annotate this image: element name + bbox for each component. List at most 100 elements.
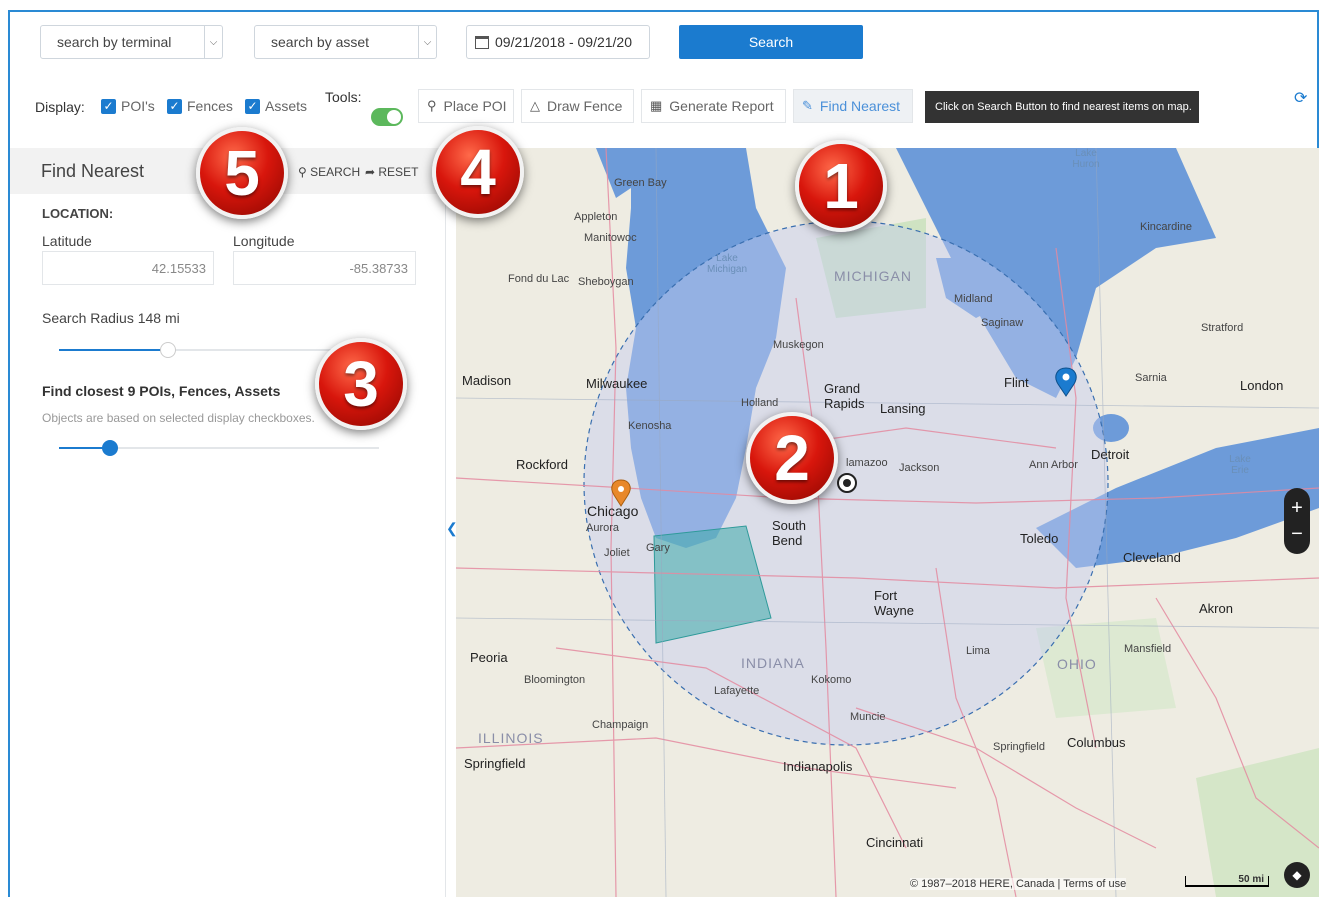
panel-reset-label: RESET bbox=[378, 165, 419, 179]
map-label-springfield-il: Springfield bbox=[464, 756, 526, 771]
map-label-holland: Holland bbox=[741, 397, 779, 409]
check-icon: ✓ bbox=[101, 98, 116, 114]
date-range-input[interactable]: 09/21/2018 - 09/21/20 bbox=[466, 25, 650, 59]
panel-reset-button[interactable]: ➦ RESET bbox=[365, 165, 418, 179]
count-slider-thumb[interactable] bbox=[102, 440, 118, 456]
callout-4: 4 bbox=[432, 126, 524, 218]
map-label-kokomo: Kokomo bbox=[811, 674, 852, 686]
map-label-indianapolis: Indianapolis bbox=[783, 759, 853, 774]
map-label-jackson: Jackson bbox=[899, 462, 940, 474]
map-label-flint: Flint bbox=[1004, 375, 1029, 390]
asset-select-value: search by asset bbox=[271, 34, 370, 50]
generate-report-button[interactable]: ▦ Generate Report bbox=[641, 89, 786, 123]
map-label-illinois: ILLINOIS bbox=[478, 730, 544, 746]
map-label-kenosha: Kenosha bbox=[628, 420, 672, 432]
calendar-icon bbox=[475, 35, 489, 49]
pois-checkbox-label: POI's bbox=[121, 98, 155, 114]
latitude-label: Latitude bbox=[42, 233, 92, 249]
generate-report-label: Generate Report bbox=[669, 98, 774, 114]
map-label-peoria: Peoria bbox=[470, 650, 508, 665]
search-button[interactable]: Search bbox=[679, 25, 863, 59]
map-label-mansfield: Mansfield bbox=[1124, 643, 1172, 655]
zoom-out-button[interactable]: − bbox=[1284, 524, 1310, 544]
callout-2: 2 bbox=[746, 412, 838, 504]
map-label-rockford: Rockford bbox=[516, 457, 569, 472]
map-label-manitowoc: Manitowoc bbox=[584, 232, 637, 244]
map-label-stratford: Stratford bbox=[1201, 322, 1244, 334]
fences-checkbox-label: Fences bbox=[187, 98, 233, 114]
zoom-in-button[interactable]: + bbox=[1284, 498, 1310, 518]
map-label-lima: Lima bbox=[966, 645, 990, 657]
assets-checkbox[interactable]: ✓ Assets bbox=[245, 98, 307, 114]
report-icon: ▦ bbox=[650, 98, 663, 113]
callout-1: 1 bbox=[795, 140, 887, 232]
map-label-grand-rapids: Grand Rapids bbox=[824, 381, 865, 411]
longitude-input[interactable]: -85.38733 bbox=[233, 251, 416, 285]
map-label-midland: Midland bbox=[954, 293, 993, 305]
layers-icon[interactable]: ◆ bbox=[1284, 862, 1310, 888]
tooltip: Click on Search Button to find nearest i… bbox=[925, 91, 1199, 123]
map-label-saginaw: Saginaw bbox=[981, 317, 1024, 329]
search-radius-label: Search Radius 148 mi bbox=[42, 310, 180, 326]
map-label-milwaukee: Milwaukee bbox=[586, 376, 648, 391]
place-poi-button[interactable]: ⚲ Place POI bbox=[418, 89, 514, 123]
terminal-select[interactable]: search by terminal ⌵ bbox=[40, 25, 223, 59]
map-label-chicago: Chicago bbox=[587, 503, 639, 519]
display-label: Display: bbox=[35, 99, 85, 115]
map-label-cleveland: Cleveland bbox=[1123, 550, 1181, 565]
search-icon: ⚲ bbox=[298, 165, 311, 179]
longitude-label: Longitude bbox=[233, 233, 295, 249]
map-label-bloomington: Bloomington bbox=[524, 674, 586, 686]
map-copyright[interactable]: © 1987–2018 HERE, Canada | Terms of use bbox=[910, 878, 1127, 890]
panel-search-label: SEARCH bbox=[310, 165, 361, 179]
map-label-lake-erie: Lake Erie bbox=[1229, 454, 1251, 476]
tools-toggle[interactable] bbox=[371, 108, 403, 126]
polygon-icon: △ bbox=[530, 98, 540, 113]
map-label-gary: Gary bbox=[646, 542, 670, 554]
radius-slider-thumb[interactable] bbox=[160, 342, 176, 358]
check-icon: ✓ bbox=[167, 98, 182, 114]
map-label-lake-huron: Lake Huron bbox=[1072, 148, 1100, 170]
pois-checkbox[interactable]: ✓ POI's bbox=[101, 98, 155, 114]
panel-search-button[interactable]: ⚲ SEARCH bbox=[298, 165, 360, 179]
map-label-lansing: Lansing bbox=[880, 401, 926, 416]
map-label-akron: Akron bbox=[1199, 601, 1233, 616]
chevron-down-icon: ⌵ bbox=[418, 26, 436, 58]
map-pin-icon: ⚲ bbox=[427, 98, 437, 113]
map-label-detroit: Detroit bbox=[1091, 447, 1130, 462]
callout-3: 3 bbox=[315, 338, 407, 430]
draw-fence-button[interactable]: △ Draw Fence bbox=[521, 89, 634, 123]
map-label-sarnia: Sarnia bbox=[1135, 372, 1167, 384]
map-label-joliet: Joliet bbox=[604, 547, 630, 559]
panel-title: Find Nearest bbox=[41, 161, 145, 181]
reset-arrow-icon: ➦ bbox=[365, 165, 379, 179]
zoom-control: + − bbox=[1284, 488, 1310, 554]
refresh-icon[interactable]: ⟳ bbox=[1294, 88, 1307, 108]
map-label-london: London bbox=[1240, 378, 1284, 393]
find-nearest-button[interactable]: ✎ Find Nearest bbox=[793, 89, 913, 123]
check-icon: ✓ bbox=[245, 98, 260, 114]
map-label-appleton: Appleton bbox=[574, 211, 618, 223]
map-view[interactable]: Green Bay Appleton Manitowoc Fond du Lac… bbox=[456, 148, 1319, 897]
map-label-fort-wayne: Fort Wayne bbox=[874, 588, 914, 618]
map-scale-bar: 50 mi bbox=[1185, 875, 1269, 887]
chevron-down-icon: ⌵ bbox=[204, 26, 222, 58]
pencil-icon: ✎ bbox=[802, 98, 813, 113]
map-label-toledo: Toledo bbox=[1020, 531, 1059, 546]
map-label-ann-arbor: Ann Arbor bbox=[1029, 459, 1078, 471]
latitude-input[interactable]: 42.15533 bbox=[42, 251, 214, 285]
map-label-south-bend: South Bend bbox=[772, 518, 806, 548]
map-label-fond-du-lac: Fond du Lac bbox=[508, 273, 570, 285]
location-label: LOCATION: bbox=[42, 206, 114, 221]
find-closest-hint: Objects are based on selected display ch… bbox=[42, 411, 315, 425]
find-closest-label: Find closest 9 POIs, Fences, Assets bbox=[42, 383, 281, 399]
asset-select[interactable]: search by asset ⌵ bbox=[254, 25, 437, 59]
map-label-indiana: INDIANA bbox=[741, 655, 805, 671]
date-range-value: 09/21/2018 - 09/21/20 bbox=[495, 34, 633, 50]
assets-checkbox-label: Assets bbox=[265, 98, 308, 114]
fences-checkbox[interactable]: ✓ Fences bbox=[167, 98, 233, 114]
map-label-lake-michigan: Lake Michigan bbox=[706, 253, 748, 275]
map-label-sheboygan: Sheboygan bbox=[578, 276, 634, 288]
map-label-kincardine: Kincardine bbox=[1140, 221, 1192, 233]
terminal-select-value: search by terminal bbox=[57, 34, 172, 50]
